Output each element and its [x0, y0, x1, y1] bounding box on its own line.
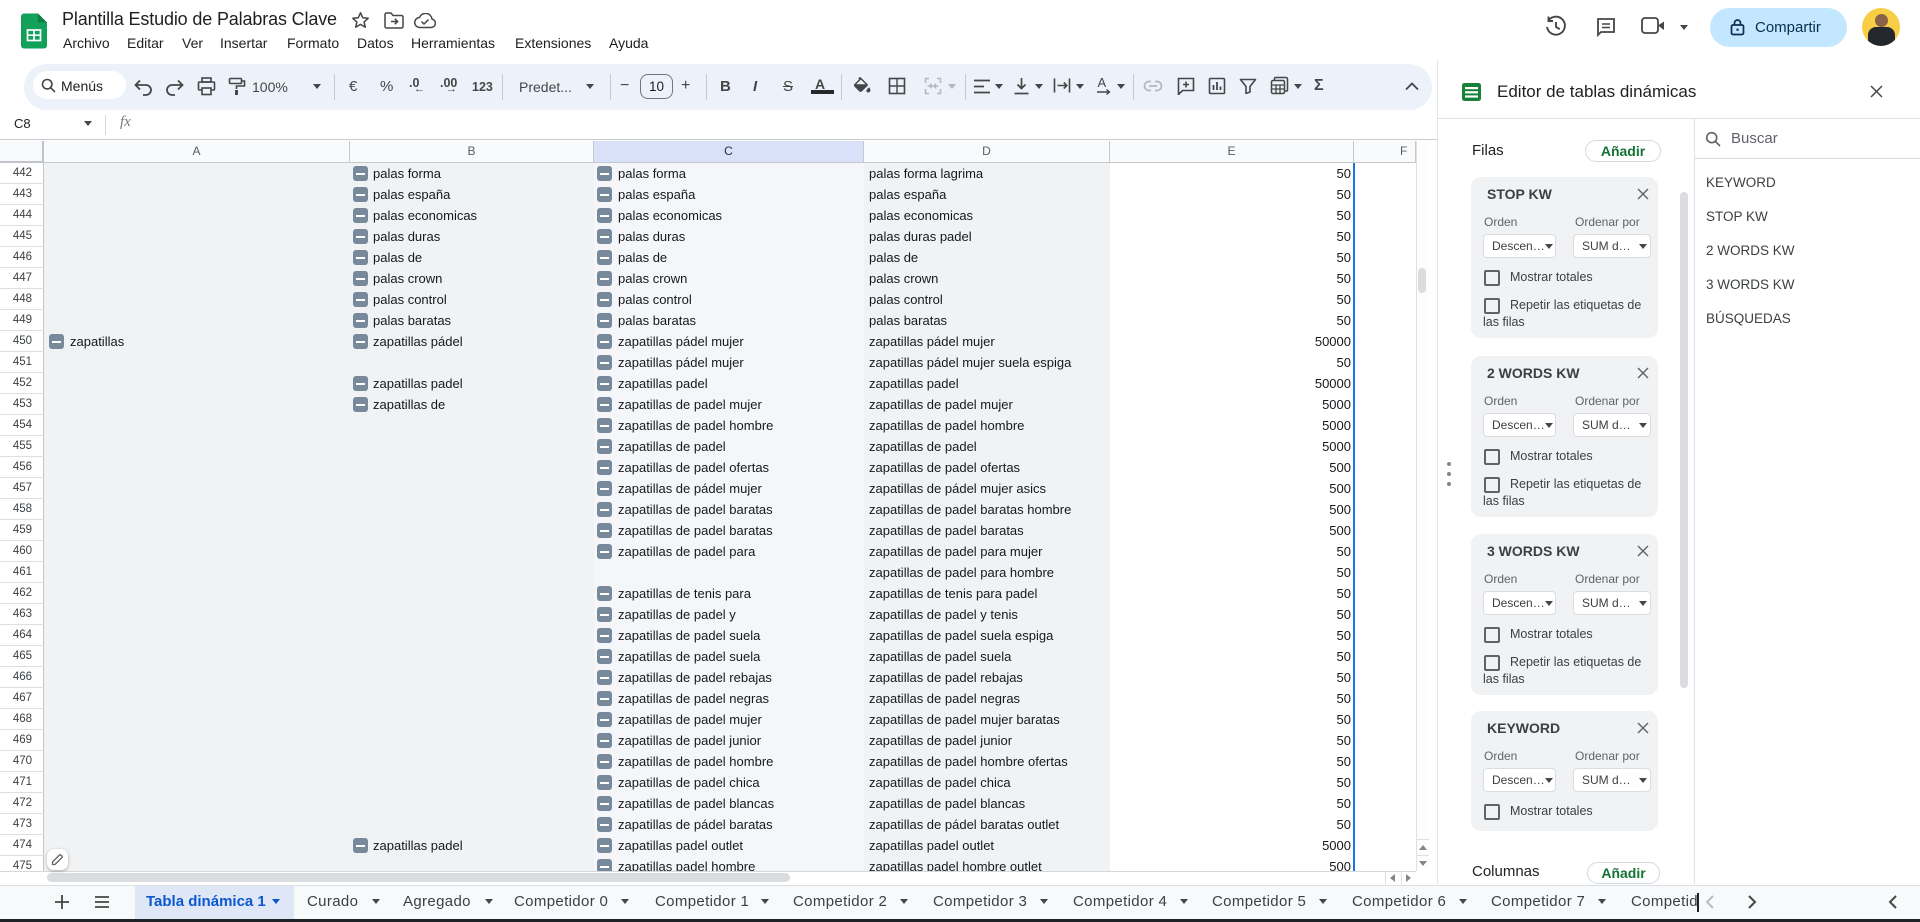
- svg-text:A: A: [1098, 76, 1107, 90]
